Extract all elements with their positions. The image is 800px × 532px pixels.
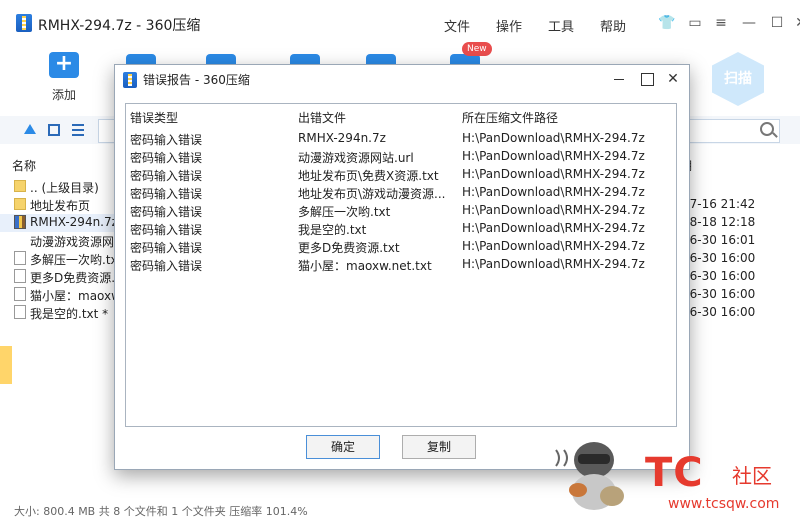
error-file: 我是空的.txt [298,223,367,237]
archive-icon [14,215,26,229]
file-date: 06-30 16:01 [682,233,756,247]
ok-button[interactable]: 确定 [306,435,380,459]
minimize-button[interactable]: — [740,14,758,32]
maximize-button[interactable]: ☐ [768,14,786,32]
error-file: 多解压一次哟.txt [298,205,391,219]
file-date: 06-30 16:00 [682,269,756,283]
error-file: 更多D免费资源.txt [298,241,400,255]
error-file: 猫小屋：maoxw.net.txt [298,259,432,273]
file-name: 动漫游戏资源网 [30,235,115,249]
archive-path: H:\PanDownload\RMHX-294.7z [462,167,645,181]
error-table: 错误类型 出错文件 所在压缩文件路径 密码输入错误 RMHX-294n.7z H… [125,103,677,427]
app-icon [16,14,32,32]
folder-icon [14,198,26,210]
column-name[interactable]: 名称 [12,157,36,174]
file-name: RMHX-294n.7z [30,215,118,229]
archive-path: H:\PanDownload\RMHX-294.7z [462,149,645,163]
mascot-image [555,442,624,510]
dialog-minimize-button[interactable] [609,69,629,89]
archive-path: H:\PanDownload\RMHX-294.7z [462,185,645,199]
header-archive-path[interactable]: 所在压缩文件路径 [462,109,558,126]
error-report-dialog: 错误报告 - 360压缩 ✕ 错误类型 出错文件 所在压缩文件路径 密码输入错误… [114,64,690,470]
file-date: 06-30 16:00 [682,251,756,265]
error-file: 地址发布页\免费X资源.txt [298,169,439,183]
error-type: 密码输入错误 [130,241,203,255]
archive-path: H:\PanDownload\RMHX-294.7z [462,203,645,217]
table-row[interactable]: 密码输入错误 地址发布页\游戏动漫资源... H:\PanDownload\RM… [126,184,676,202]
file-name: 猫小屋：maoxw [30,289,121,303]
table-row[interactable]: 密码输入错误 地址发布页\免费X资源.txt H:\PanDownload\RM… [126,166,676,184]
text-file-icon [14,269,26,283]
watermark-region: 社区 [732,464,772,488]
add-button[interactable]: 添加 [44,51,84,108]
settings-icon[interactable]: ≡ [712,14,730,32]
table-row[interactable]: 密码输入错误 猫小屋：maoxw.net.txt H:\PanDownload\… [126,256,676,274]
menu-file[interactable]: 文件 [444,16,470,35]
dialog-title-bar: 错误报告 - 360压缩 ✕ [115,65,689,93]
archive-path: H:\PanDownload\RMHX-294.7z [462,131,645,145]
file-name: 地址发布页 [30,199,91,213]
table-row[interactable]: 密码输入错误 我是空的.txt H:\PanDownload\RMHX-294.… [126,220,676,238]
table-row[interactable]: 密码输入错误 RMHX-294n.7z H:\PanDownload\RMHX-… [126,130,676,148]
error-type: 密码输入错误 [130,259,203,273]
text-file-icon [14,251,26,265]
file-date: 06-30 16:00 [682,287,756,301]
ad-banner-strip [0,346,12,384]
file-name: .. (上级目录) [30,181,99,195]
error-file: 地址发布页\游戏动漫资源... [298,187,446,201]
archive-path: H:\PanDownload\RMHX-294.7z [462,257,645,271]
status-text: 大小: 800.4 MB 共 8 个文件和 1 个文件夹 压缩率 101.4% [14,505,308,518]
file-date: 08-18 12:18 [682,215,756,229]
file-name: 更多D免费资源. [30,271,116,285]
file-date: 06-30 16:00 [682,305,756,319]
error-type: 密码输入错误 [130,223,203,237]
skin-icon[interactable]: 👕 [658,14,676,32]
archive-path: H:\PanDownload\RMHX-294.7z [462,221,645,235]
text-file-icon [14,287,26,301]
file-date: 07-16 21:42 [682,197,756,211]
dialog-title: 错误报告 - 360压缩 [143,73,250,87]
add-label: 添加 [51,88,76,102]
folder-icon [14,180,26,192]
up-arrow-icon[interactable] [24,124,36,134]
search-icon[interactable] [760,122,774,136]
table-row[interactable]: 密码输入错误 更多D免费资源.txt H:\PanDownload\RMHX-2… [126,238,676,256]
menu-tools[interactable]: 工具 [548,16,574,35]
close-button[interactable]: ✕ [792,14,800,32]
thumbnail-view-icon[interactable] [48,124,60,136]
error-file: RMHX-294n.7z [298,131,386,145]
list-view-icon[interactable] [72,124,84,136]
new-badge: New [462,42,492,56]
header-error-type[interactable]: 错误类型 [130,109,178,126]
error-type: 密码输入错误 [130,205,203,219]
table-row[interactable]: 密码输入错误 多解压一次哟.txt H:\PanDownload\RMHX-29… [126,202,676,220]
text-file-icon [14,305,26,319]
header-error-file[interactable]: 出错文件 [298,109,346,126]
file-name: 多解压一次哟.tx [30,253,118,267]
scan-button[interactable]: 扫描 [712,52,764,106]
menu-help[interactable]: 帮助 [600,16,626,35]
watermark-logo: TC [645,450,704,496]
error-type: 密码输入错误 [130,151,203,165]
menu-operation[interactable]: 操作 [496,16,522,35]
file-name: 我是空的.txt * [30,307,109,321]
error-type: 密码输入错误 [130,133,203,147]
feedback-icon[interactable]: ▭ [686,14,704,32]
error-type: 密码输入错误 [130,187,203,201]
watermark-site: www.tcsqw.com [668,496,780,512]
dialog-maximize-button[interactable] [637,69,657,89]
archive-path: H:\PanDownload\RMHX-294.7z [462,239,645,253]
add-icon [49,51,79,78]
window-title: RMHX-294.7z - 360压缩 [38,18,201,34]
dialog-close-button[interactable]: ✕ [663,69,683,89]
error-type: 密码输入错误 [130,169,203,183]
error-file: 动漫游戏资源网站.url [298,151,414,165]
dialog-app-icon [123,72,137,88]
title-bar: RMHX-294.7z - 360压缩 文件 操作 工具 帮助 👕 ▭ ≡ — … [0,0,800,48]
copy-button[interactable]: 复制 [402,435,476,459]
table-row[interactable]: 密码输入错误 动漫游戏资源网站.url H:\PanDownload\RMHX-… [126,148,676,166]
